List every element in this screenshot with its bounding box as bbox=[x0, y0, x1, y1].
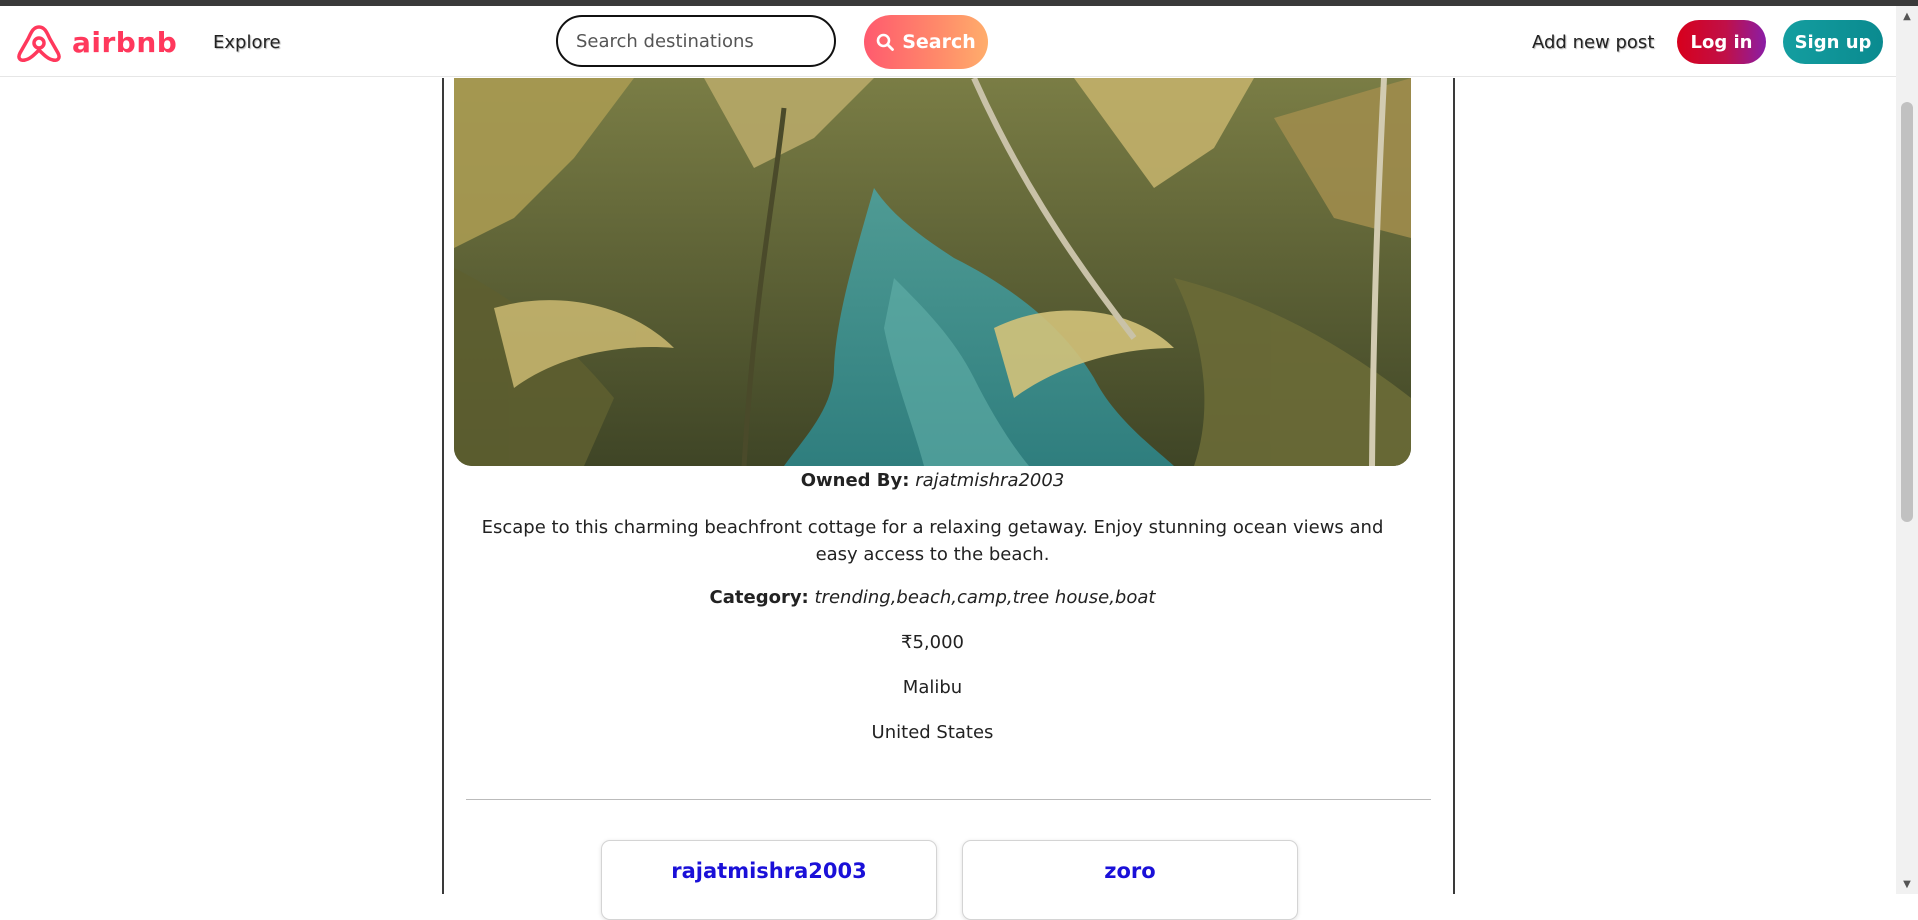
page-scrollbar[interactable]: ▲ ▼ bbox=[1896, 6, 1918, 894]
brand-logo-link[interactable]: airbnb bbox=[14, 24, 177, 62]
owned-by-label: Owned By: bbox=[800, 470, 910, 491]
owner-line: Owned By: rajatmishra2003 bbox=[454, 470, 1411, 491]
signup-button[interactable]: Sign up bbox=[1783, 20, 1883, 64]
listing-description: Escape to this charming beachfront cotta… bbox=[481, 517, 1384, 565]
listing-photo bbox=[454, 78, 1411, 466]
airbnb-logo-icon bbox=[17, 25, 61, 62]
listing-price: ₹5,000 bbox=[901, 632, 964, 653]
review-author[interactable]: zoro bbox=[963, 859, 1297, 883]
search-input[interactable] bbox=[556, 15, 836, 67]
review-author[interactable]: rajatmishra2003 bbox=[602, 859, 936, 883]
navbar: airbnb Explore Search Add new post Log i… bbox=[0, 6, 1896, 77]
section-divider bbox=[466, 799, 1431, 800]
category-values: trending,beach,camp,tree house,boat bbox=[814, 587, 1156, 608]
review-card: zoro bbox=[962, 840, 1298, 920]
owner-name: rajatmishra2003 bbox=[915, 470, 1065, 491]
review-card: rajatmishra2003 bbox=[601, 840, 937, 920]
magnifier-icon bbox=[876, 33, 895, 51]
search-button-label: Search bbox=[902, 31, 976, 53]
scrollbar-thumb[interactable] bbox=[1901, 102, 1913, 522]
category-label: Category: bbox=[709, 587, 809, 608]
listing-country: United States bbox=[871, 722, 994, 743]
add-new-post-link[interactable]: Add new post bbox=[1532, 32, 1654, 53]
scroll-up-arrow-icon[interactable]: ▲ bbox=[1896, 8, 1918, 26]
search-button[interactable]: Search bbox=[864, 15, 988, 69]
brand-text: airbnb bbox=[72, 26, 178, 59]
listing-location: Malibu bbox=[902, 677, 963, 698]
scroll-down-arrow-icon[interactable]: ▼ bbox=[1896, 876, 1918, 894]
category-line: Category: trending,beach,camp,tree house… bbox=[454, 587, 1411, 608]
nav-explore-link[interactable]: Explore bbox=[213, 32, 281, 53]
login-button[interactable]: Log in bbox=[1677, 20, 1766, 64]
listing-detail-column: Owned By: rajatmishra2003 Escape to this… bbox=[442, 78, 1455, 920]
